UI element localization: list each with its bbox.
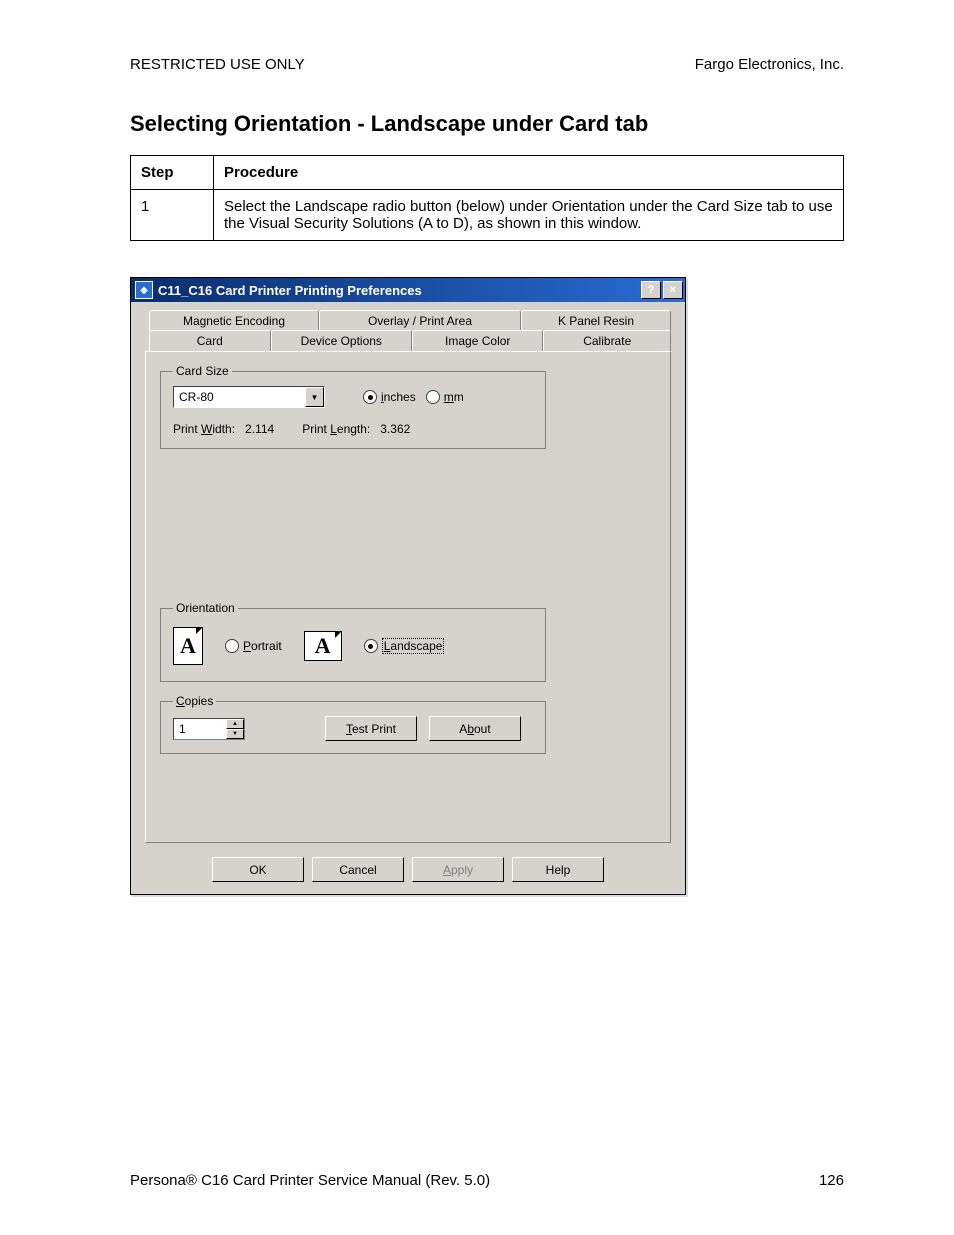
unit-mm-radio[interactable]: mm [426,390,464,404]
about-button[interactable]: About [429,716,521,741]
orientation-legend: Orientation [173,601,238,615]
card-size-combo[interactable]: CR-80 ▼ [173,386,325,408]
card-size-group: Card Size CR-80 ▼ inches [160,364,546,449]
card-size-legend: Card Size [173,364,232,378]
print-width-label: Print Width: 2.114 [173,422,274,436]
tab-panel-card: Card Size CR-80 ▼ inches [145,351,671,843]
orientation-group: Orientation A Portrait A [160,601,546,682]
spin-up-icon[interactable]: ▲ [226,719,244,729]
chevron-down-icon[interactable]: ▼ [305,387,324,407]
procedure-table: Step Procedure 1 Select the Landscape ra… [130,155,844,241]
radio-dot-icon [225,639,239,653]
preferences-dialog: ◆ C11_C16 Card Printer Printing Preferen… [130,277,686,895]
titlebar[interactable]: ◆ C11_C16 Card Printer Printing Preferen… [131,278,685,302]
spin-down-icon[interactable]: ▼ [226,729,244,739]
table-row: 1 Select the Landscape radio button (bel… [131,190,844,241]
radio-dot-icon [363,390,377,404]
radio-dot-icon [364,639,378,653]
page-number: 126 [819,1172,844,1189]
step-text: Select the Landscape radio button (below… [214,190,844,241]
tab-magnetic-encoding[interactable]: Magnetic Encoding [149,310,319,331]
restricted-label: RESTRICTED USE ONLY [130,56,305,73]
ok-button[interactable]: OK [212,857,304,882]
section-title: Selecting Orientation - Landscape under … [130,111,844,137]
close-button[interactable]: × [663,281,683,299]
landscape-radio[interactable]: Landscape [364,638,445,654]
tab-calibrate[interactable]: Calibrate [543,330,671,351]
copies-spinner[interactable]: 1 ▲ ▼ [173,718,245,740]
cancel-button[interactable]: Cancel [312,857,404,882]
unit-inches-radio[interactable]: inches [363,390,416,404]
col-procedure: Procedure [214,156,844,190]
landscape-icon: A [304,631,342,661]
app-icon: ◆ [135,281,153,299]
window-title: C11_C16 Card Printer Printing Preference… [158,283,639,298]
help-button[interactable]: ? [641,281,661,299]
tab-card[interactable]: Card [149,330,271,351]
help-action-button[interactable]: Help [512,857,604,882]
copies-value: 1 [174,719,226,739]
footer-left: Persona® C16 Card Printer Service Manual… [130,1172,490,1189]
step-number: 1 [131,190,214,241]
apply-button[interactable]: Apply [412,857,504,882]
portrait-radio[interactable]: Portrait [225,639,282,653]
copies-group: Copies 1 ▲ ▼ [160,694,546,754]
portrait-icon: A [173,627,203,665]
print-width-value: 2.114 [245,422,274,436]
test-print-button[interactable]: Test Print [325,716,417,741]
tab-device-options[interactable]: Device Options [271,330,412,351]
col-step: Step [131,156,214,190]
company-label: Fargo Electronics, Inc. [695,56,844,73]
copies-legend: Copies [173,694,216,708]
tab-k-panel-resin[interactable]: K Panel Resin [521,310,671,331]
print-length-value: 3.362 [380,422,410,436]
tab-overlay-print-area[interactable]: Overlay / Print Area [319,310,521,331]
print-length-label: Print Length: 3.362 [302,422,410,436]
tab-image-color[interactable]: Image Color [412,330,544,351]
card-size-value: CR-80 [174,390,305,404]
tab-strip: Magnetic Encoding Overlay / Print Area K… [145,310,671,843]
radio-dot-icon [426,390,440,404]
